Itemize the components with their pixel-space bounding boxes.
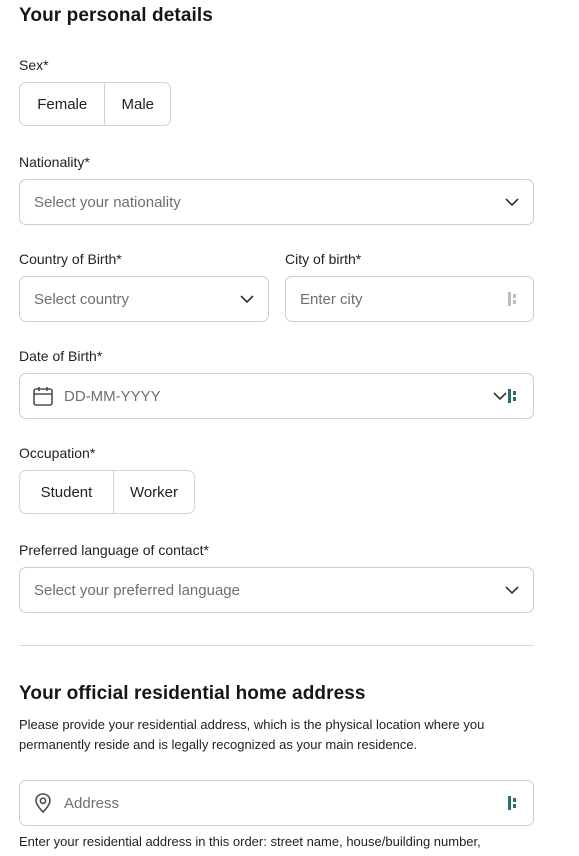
country-of-birth-label: Country of Birth*: [19, 251, 122, 267]
date-of-birth-label: Date of Birth*: [19, 348, 103, 364]
autofill-extension-icon[interactable]: [507, 388, 519, 404]
preferred-language-select[interactable]: Select your preferred language: [19, 567, 534, 613]
city-of-birth-label: City of birth*: [285, 251, 362, 267]
nationality-select[interactable]: Select your nationality: [19, 179, 534, 225]
autofill-extension-icon[interactable]: [507, 795, 519, 811]
nationality-placeholder: Select your nationality: [34, 193, 181, 211]
chevron-down-icon: [505, 195, 519, 209]
section-divider: [19, 645, 534, 646]
occupation-option-student[interactable]: Student: [20, 471, 113, 513]
section-title-home-address: Your official residential home address: [19, 683, 366, 704]
sex-label: Sex*: [19, 57, 49, 73]
sex-option-male[interactable]: Male: [104, 83, 170, 125]
section-title-personal-details: Your personal details: [19, 5, 213, 26]
date-of-birth-input[interactable]: DD-MM-YYYY: [19, 373, 534, 419]
sex-selector: Female Male: [19, 82, 171, 126]
location-pin-icon: [32, 792, 54, 814]
occupation-option-worker[interactable]: Worker: [112, 471, 194, 513]
chevron-down-icon: [240, 292, 254, 306]
chevron-down-icon: [505, 583, 519, 597]
address-hint: Enter your residential address in this o…: [19, 834, 481, 849]
address-description: Please provide your residential address,…: [19, 717, 485, 752]
nationality-label: Nationality*: [19, 154, 90, 170]
autofill-extension-icon[interactable]: [507, 291, 519, 307]
calendar-icon: [32, 385, 54, 407]
country-placeholder: Select country: [34, 290, 130, 308]
city-placeholder: Enter city: [300, 290, 363, 308]
address-placeholder: Address: [64, 794, 120, 812]
chevron-down-icon: [493, 389, 507, 403]
city-of-birth-input[interactable]: Enter city: [285, 276, 534, 322]
preferred-language-label: Preferred language of contact*: [19, 542, 209, 558]
date-placeholder: DD-MM-YYYY: [64, 387, 161, 405]
sex-option-female[interactable]: Female: [20, 83, 104, 125]
country-of-birth-select[interactable]: Select country: [19, 276, 269, 322]
occupation-selector: Student Worker: [19, 470, 195, 514]
address-input[interactable]: Address: [19, 780, 534, 826]
occupation-label: Occupation*: [19, 445, 96, 461]
language-placeholder: Select your preferred language: [34, 581, 240, 599]
